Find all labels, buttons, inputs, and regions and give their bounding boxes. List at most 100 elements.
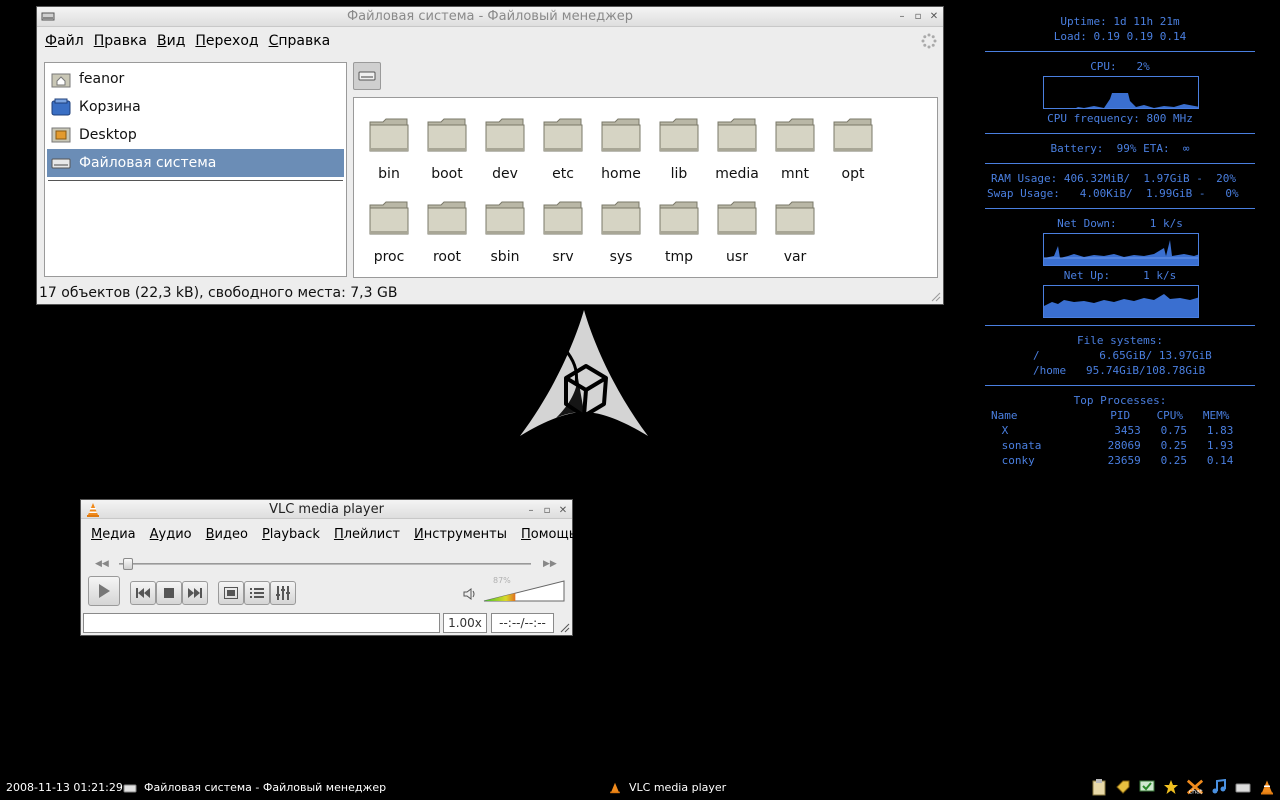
network-icon[interactable]: [1138, 778, 1156, 796]
folder-icon: [369, 118, 409, 152]
close-icon[interactable]: ✕: [929, 11, 939, 22]
drive-icon: [123, 784, 137, 792]
sidebar-item-trash[interactable]: Корзина: [47, 93, 344, 121]
time-display[interactable]: --:--/--:--: [491, 613, 554, 633]
folder-label: srv: [552, 249, 574, 265]
menu-help[interactable]: Помощь: [521, 527, 576, 542]
folder-item[interactable]: sbin: [476, 191, 534, 274]
stop-button[interactable]: [156, 581, 182, 605]
sidebar-item-filesystem[interactable]: Файловая система: [47, 149, 344, 177]
playlist-button[interactable]: [244, 581, 270, 605]
arch-linux-logo: [520, 310, 648, 436]
net-up-text: Net Up: 1 k/s: [1063, 269, 1177, 282]
file-manager-title: Файловая система - Файловый менеджер: [346, 9, 634, 24]
folder-item[interactable]: root: [418, 191, 476, 274]
folder-item[interactable]: sys: [592, 191, 650, 274]
folder-item[interactable]: bin: [360, 108, 418, 191]
folder-icon: [369, 201, 409, 235]
stop-icon: [164, 588, 174, 598]
folder-icon: [601, 118, 641, 152]
menu-playlist[interactable]: Плейлист: [334, 527, 400, 542]
seek-back-icon[interactable]: ◀◀: [95, 559, 109, 569]
menu-playback[interactable]: Playback: [262, 527, 320, 542]
previous-button[interactable]: [130, 581, 156, 605]
next-button[interactable]: [182, 581, 208, 605]
file-manager-titlebar[interactable]: Файловая система - Файловый менеджер – ▫…: [37, 7, 943, 27]
folder-label: home: [601, 166, 641, 182]
file-manager-window: Файловая система - Файловый менеджер – ▫…: [36, 6, 944, 305]
folder-icon: [775, 118, 815, 152]
clipboard-icon[interactable]: [1090, 778, 1108, 796]
resize-grip-icon[interactable]: [558, 621, 570, 633]
vlc-cone-icon[interactable]: [1258, 778, 1276, 796]
sidebar-item-desktop[interactable]: Desktop: [47, 121, 344, 149]
folder-label: bin: [378, 166, 400, 182]
seek-forward-icon[interactable]: ▶▶: [543, 559, 557, 569]
folder-item[interactable]: dev: [476, 108, 534, 191]
folder-item[interactable]: tmp: [650, 191, 708, 274]
seek-bar[interactable]: ◀◀ ▶▶: [91, 557, 561, 571]
folder-item[interactable]: proc: [360, 191, 418, 274]
folder-item[interactable]: boot: [418, 108, 476, 191]
menu-media[interactable]: Медиа: [91, 527, 136, 542]
menu-edit[interactable]: Правка: [94, 33, 147, 49]
net-up-graph: [1043, 285, 1199, 318]
menu-help[interactable]: Справка: [269, 33, 331, 49]
folder-view: bin boot dev etc home lib media mnt opt proc root s…: [353, 97, 938, 278]
folder-icon: [427, 118, 467, 152]
close-icon[interactable]: ✕: [558, 505, 568, 516]
fs-home-text: /home 95.74GiB/108.78GiB: [1033, 364, 1206, 377]
previous-icon: [136, 588, 150, 598]
folder-label: mnt: [781, 166, 809, 182]
sidebar-separator: [48, 180, 343, 181]
menu-view[interactable]: Вид: [157, 33, 185, 49]
tag-icon[interactable]: [1114, 778, 1132, 796]
folder-item[interactable]: media: [708, 108, 766, 191]
folder-item[interactable]: mnt: [766, 108, 824, 191]
vlc-titlebar[interactable]: VLC media player – ▫ ✕: [81, 500, 572, 519]
folder-item[interactable]: lib: [650, 108, 708, 191]
trash-icon: [51, 98, 71, 116]
star-icon[interactable]: [1162, 778, 1180, 796]
folder-icon: [717, 118, 757, 152]
folder-item[interactable]: etc: [534, 108, 592, 191]
fullscreen-button[interactable]: [218, 581, 244, 605]
folder-item[interactable]: srv: [534, 191, 592, 274]
resize-grip-icon[interactable]: [929, 290, 941, 302]
folder-icon: [659, 118, 699, 152]
menu-go[interactable]: Переход: [195, 33, 258, 49]
volume-control[interactable]: 87%: [463, 576, 565, 604]
minimize-icon[interactable]: –: [897, 11, 907, 22]
menu-tools[interactable]: Инструменты: [414, 527, 507, 542]
folder-item[interactable]: home: [592, 108, 650, 191]
clock: 2008-11-13 01:21:29: [6, 781, 123, 794]
folder-label: usr: [726, 249, 748, 265]
folder-item[interactable]: usr: [708, 191, 766, 274]
seek-handle[interactable]: [123, 558, 133, 570]
folder-item[interactable]: opt: [824, 108, 882, 191]
speaker-icon[interactable]: [463, 587, 477, 601]
chat-icon[interactable]: chat: [1186, 778, 1204, 796]
drive-icon[interactable]: [1234, 778, 1252, 796]
taskbar-item-file-manager[interactable]: Файловая система - Файловый менеджер: [123, 781, 386, 794]
folder-icon: [833, 118, 873, 152]
location-button[interactable]: [353, 62, 381, 90]
menu-audio[interactable]: Аудио: [150, 527, 192, 542]
divider: [985, 163, 1255, 164]
maximize-icon[interactable]: ▫: [913, 11, 923, 22]
volume-slider[interactable]: [483, 580, 565, 602]
playback-speed[interactable]: 1.00x: [443, 613, 487, 633]
menu-file[interactable]: Файл: [45, 33, 84, 49]
taskbar-item-vlc[interactable]: VLC media player: [608, 781, 726, 794]
seek-track[interactable]: [119, 563, 531, 565]
folder-item[interactable]: var: [766, 191, 824, 274]
menu-video[interactable]: Видео: [206, 527, 248, 542]
maximize-icon[interactable]: ▫: [542, 505, 552, 516]
extended-settings-button[interactable]: [270, 581, 296, 605]
places-sidebar: feanor Корзина Desktop Файловая система: [44, 62, 347, 277]
music-note-icon[interactable]: [1210, 778, 1228, 796]
play-button[interactable]: [88, 576, 120, 606]
load-text: Load: 0.19 0.19 0.14: [1053, 30, 1187, 43]
sidebar-item-home[interactable]: feanor: [47, 65, 344, 93]
minimize-icon[interactable]: –: [526, 505, 536, 516]
